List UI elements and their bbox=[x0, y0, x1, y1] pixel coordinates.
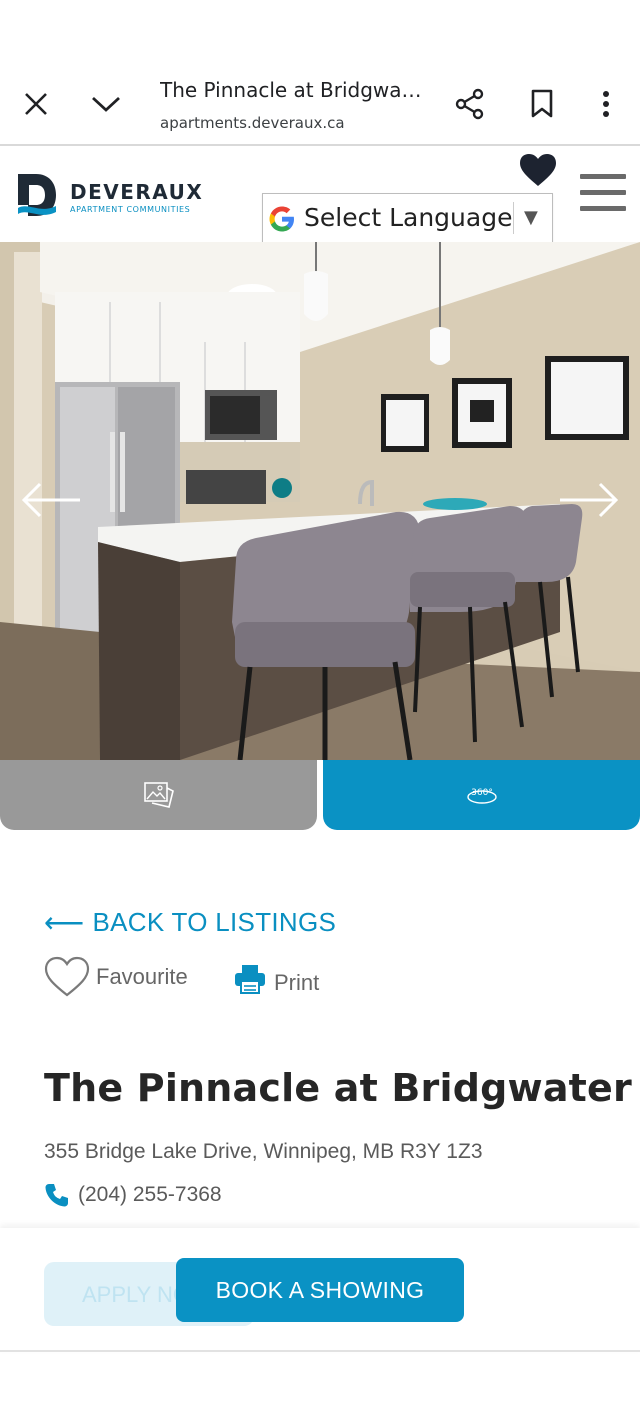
printer-icon bbox=[235, 965, 265, 994]
page-title-tab[interactable]: The Pinnacle at Bridgwat... bbox=[160, 78, 422, 102]
bookmark-icon bbox=[531, 89, 553, 118]
minimize-button[interactable] bbox=[84, 82, 128, 126]
deveraux-logo[interactable]: DEVERAUX APARTMENT COMMUNITIES bbox=[16, 172, 206, 218]
share-button[interactable] bbox=[448, 82, 492, 126]
print-button[interactable]: Print bbox=[234, 962, 319, 996]
more-vert-icon bbox=[603, 91, 609, 117]
chevron-down-icon bbox=[92, 96, 120, 112]
url-text[interactable]: apartments.deveraux.ca bbox=[160, 114, 345, 132]
menu-bar-icon bbox=[580, 174, 626, 179]
property-address: 355 Bridge Lake Drive, Winnipeg, MB R3Y … bbox=[44, 1140, 483, 1163]
favourite-button[interactable]: Favourite bbox=[44, 956, 188, 998]
kitchen-photo bbox=[0, 242, 640, 760]
dropdown-arrow-icon: ▼ bbox=[524, 207, 538, 228]
virtual-tour-360-tab[interactable]: 360° bbox=[323, 760, 640, 830]
360-view-icon: 360° bbox=[466, 788, 497, 804]
browser-toolbar: The Pinnacle at Bridgwat... apartments.d… bbox=[0, 58, 640, 146]
logo-tagline: APARTMENT COMMUNITIES bbox=[70, 205, 191, 214]
more-options-button[interactable] bbox=[584, 82, 628, 126]
photos-tab[interactable] bbox=[0, 760, 317, 830]
print-label: Print bbox=[274, 970, 320, 995]
language-select-label: Select Language bbox=[304, 203, 513, 232]
logo-wordmark: DEVERAUX bbox=[70, 180, 204, 204]
back-to-listings-link[interactable]: ⟵ BACK TO LISTINGS bbox=[44, 906, 336, 939]
menu-bar-icon bbox=[580, 190, 626, 195]
heart-outline-icon bbox=[44, 956, 90, 997]
back-arrow-icon: ⟵ bbox=[44, 907, 85, 938]
close-button[interactable] bbox=[14, 82, 58, 126]
menu-bar-icon bbox=[580, 206, 626, 211]
select-divider bbox=[513, 202, 514, 234]
phone-number: (204) 255-7368 bbox=[78, 1183, 222, 1206]
bookmark-button[interactable] bbox=[520, 82, 564, 126]
favourites-heart-button[interactable] bbox=[518, 152, 558, 188]
language-select[interactable]: Select Language ▼ bbox=[262, 193, 553, 243]
share-icon bbox=[455, 88, 484, 120]
google-g-icon bbox=[269, 206, 294, 232]
360-label: 360° bbox=[471, 788, 493, 798]
favourite-label: Favourite bbox=[96, 964, 188, 989]
back-to-listings-label: BACK TO LISTINGS bbox=[92, 907, 337, 937]
sticky-action-bar: APPLY NOW BOOK A SHOWING bbox=[0, 1228, 640, 1352]
property-title: The Pinnacle at Bridgwater bbox=[44, 1066, 632, 1110]
listing-photo[interactable] bbox=[0, 242, 640, 760]
logo-mark-icon bbox=[18, 174, 56, 216]
site-header: DEVERAUX APARTMENT COMMUNITIES Select La… bbox=[0, 148, 640, 243]
book-a-showing-button[interactable]: BOOK A SHOWING bbox=[176, 1258, 464, 1322]
heart-filled-icon bbox=[520, 154, 556, 186]
previous-photo-arrow-icon[interactable] bbox=[20, 480, 82, 520]
close-icon bbox=[25, 93, 47, 115]
gallery-icon bbox=[143, 782, 174, 808]
hamburger-menu-button[interactable] bbox=[580, 174, 626, 212]
property-phone-link[interactable]: (204) 255-7368 bbox=[44, 1182, 222, 1208]
phone-icon bbox=[45, 1184, 68, 1207]
next-photo-arrow-icon[interactable] bbox=[558, 480, 620, 520]
